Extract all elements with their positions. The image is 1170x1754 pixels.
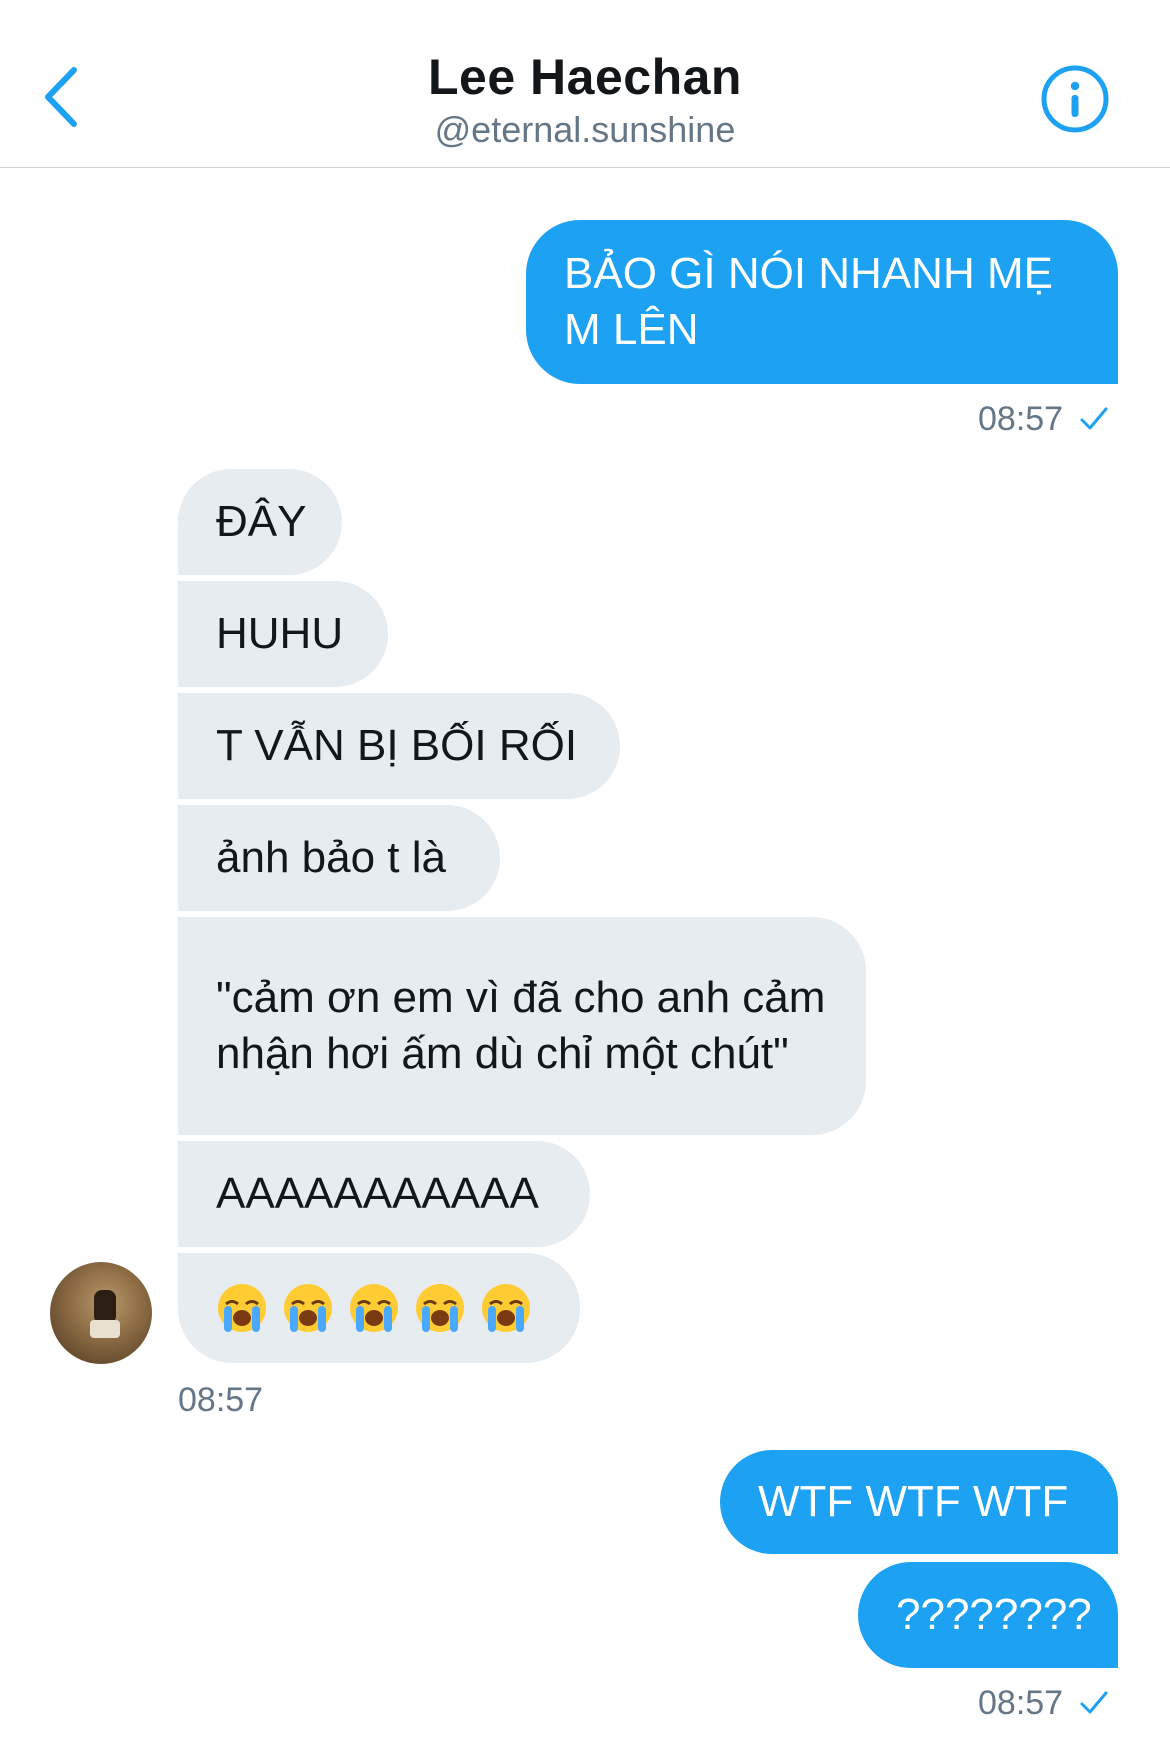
- loudly-crying-face-icon: [284, 1284, 332, 1332]
- avatar-detail: [90, 1320, 120, 1338]
- message-text: ????????: [896, 1590, 1092, 1639]
- info-icon: [1041, 65, 1109, 133]
- message-text: ĐÂY: [216, 497, 307, 546]
- conversation-title: Lee Haechan: [428, 49, 742, 105]
- received-message[interactable]: "cảm ơn em vì đã cho anh cảm nhận hơi ấm…: [178, 917, 866, 1135]
- received-message[interactable]: T VẪN BỊ BỐI RỐI: [178, 693, 620, 799]
- received-message[interactable]: AAAAAAAAAAA: [178, 1141, 590, 1247]
- emoji-row: [216, 1282, 532, 1334]
- message-text: T VẪN BỊ BỐI RỐI: [216, 721, 578, 770]
- checkmark-icon: [1080, 407, 1108, 430]
- message-text: BẢO GÌ NÓI NHANH MẸ M LÊN: [564, 249, 1053, 354]
- timestamp: 08:57: [178, 1381, 264, 1419]
- message-text: "cảm ơn em vì đã cho anh cảm nhận hơi ấm…: [216, 973, 826, 1078]
- received-message[interactable]: ảnh bảo t là: [178, 805, 500, 911]
- loudly-crying-face-icon: [482, 1284, 530, 1332]
- message-meta: 08:57: [178, 1380, 263, 1420]
- avatar-figure: [94, 1290, 116, 1324]
- message-text: HUHU: [216, 609, 344, 658]
- loudly-crying-face-icon: [416, 1284, 464, 1332]
- received-message[interactable]: HUHU: [178, 581, 388, 687]
- message-meta: 08:57: [978, 1683, 1109, 1723]
- loudly-crying-face-icon: [350, 1284, 398, 1332]
- sent-message[interactable]: ????????: [858, 1562, 1118, 1668]
- sent-message[interactable]: BẢO GÌ NÓI NHANH MẸ M LÊN: [526, 220, 1118, 384]
- message-text: WTF WTF WTF: [758, 1477, 1069, 1526]
- avatar[interactable]: [50, 1262, 152, 1364]
- conversation-handle: @eternal.sunshine: [434, 109, 736, 150]
- received-emoji-message[interactable]: [178, 1253, 580, 1363]
- back-button[interactable]: [40, 62, 90, 132]
- timestamp: 08:57: [978, 1684, 1064, 1722]
- checkmark-icon: [1080, 1691, 1108, 1714]
- message-text: ảnh bảo t là: [216, 833, 446, 882]
- received-message[interactable]: ĐÂY: [178, 469, 342, 575]
- info-button[interactable]: [1040, 64, 1110, 134]
- message-text: AAAAAAAAAAA: [216, 1169, 539, 1218]
- sent-message[interactable]: WTF WTF WTF: [720, 1450, 1118, 1554]
- conversation-header: Lee Haechan @eternal.sunshine: [0, 0, 1170, 168]
- timestamp: 08:57: [978, 400, 1064, 438]
- loudly-crying-face-icon: [218, 1284, 266, 1332]
- message-meta: 08:57: [978, 399, 1109, 439]
- chevron-left-icon: [45, 67, 77, 127]
